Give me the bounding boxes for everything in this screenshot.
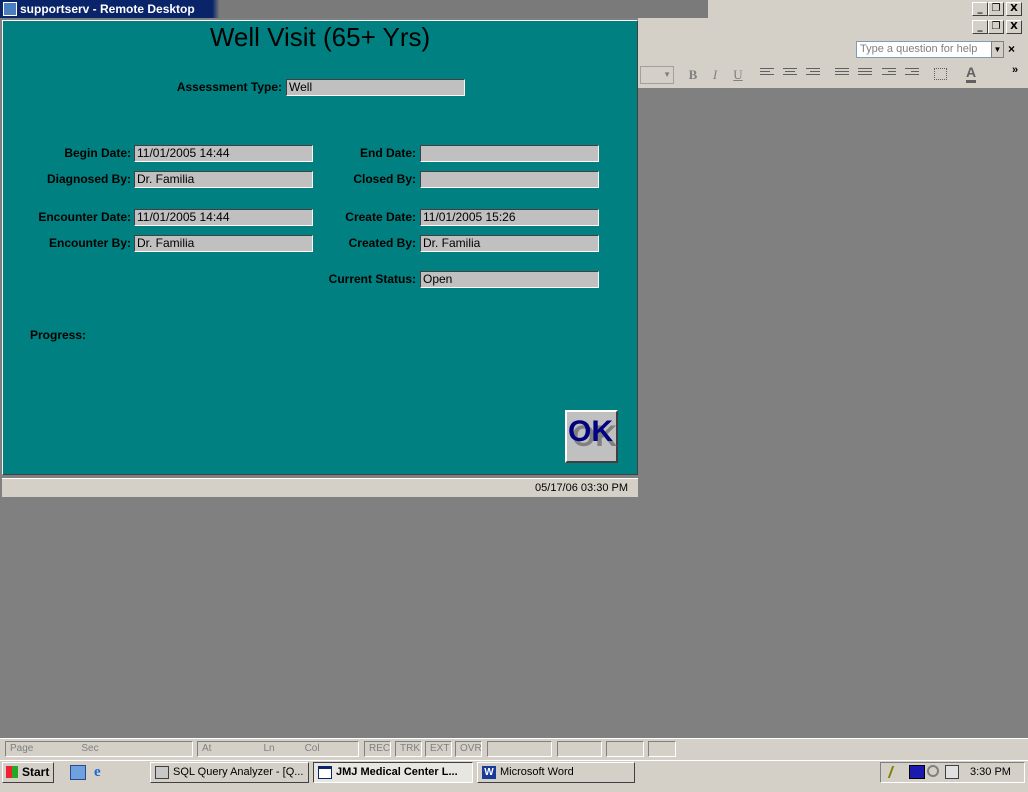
status-page-text: Page — [10, 743, 34, 754]
decrease-indent-icon[interactable] — [882, 68, 896, 80]
restore-button[interactable]: ❐ — [988, 2, 1004, 16]
status-extra-1 — [606, 741, 644, 757]
encounter-date-field[interactable]: 11/01/2005 14:44 — [134, 209, 313, 226]
borders-icon[interactable] — [934, 68, 947, 80]
task-sql-query-analyzer[interactable]: SQL Query Analyzer - [Q... — [150, 762, 309, 783]
current-status-label: Current Status: — [328, 272, 416, 286]
word-minimize-button[interactable]: _ — [972, 20, 988, 34]
italic-button[interactable]: I — [705, 66, 725, 84]
task-jmj-medical-center[interactable]: JMJ Medical Center L... — [313, 762, 473, 783]
word-close-button[interactable]: X — [1006, 20, 1022, 34]
word-menubar — [638, 18, 1028, 36]
font-color-icon[interactable]: A — [966, 64, 977, 83]
status-trk[interactable]: TRK — [395, 741, 422, 757]
end-date-label: End Date: — [359, 146, 416, 160]
create-date-label: Create Date: — [345, 210, 416, 224]
help-close-icon[interactable]: × — [1008, 42, 1015, 56]
remote-desktop-title: supportserv - Remote Desktop — [20, 2, 195, 16]
task-label: JMJ Medical Center L... — [336, 766, 458, 778]
bullet-list-icon[interactable] — [858, 68, 872, 80]
diagnosed-by-label: Diagnosed By: — [46, 172, 131, 186]
help-dropdown-button[interactable]: ▼ — [991, 41, 1004, 58]
status-at-text: At — [202, 743, 212, 754]
align-center-icon[interactable] — [783, 68, 797, 80]
volume-icon[interactable] — [945, 765, 959, 779]
numbered-list-icon[interactable] — [835, 68, 849, 80]
diagnosed-by-field[interactable]: Dr. Familia — [134, 171, 313, 188]
create-date-field[interactable]: 11/01/2005 15:26 — [420, 209, 599, 226]
begin-date-label: Begin Date: — [64, 146, 131, 160]
status-datetime: 05/17/06 03:30 PM — [535, 482, 628, 494]
increase-indent-icon[interactable] — [905, 68, 919, 80]
ok-label: OK — [568, 415, 613, 448]
status-ext[interactable]: EXT — [425, 741, 452, 757]
status-extra-2 — [648, 741, 676, 757]
window-icon — [318, 766, 332, 779]
minimize-button[interactable]: _ — [972, 2, 988, 16]
dialog-status-strip: 05/17/06 03:30 PM — [2, 478, 638, 497]
task-label: Microsoft Word — [500, 766, 574, 778]
sql-icon — [155, 766, 169, 779]
assessment-type-label: Assessment Type: — [176, 80, 282, 94]
bold-button[interactable]: B — [683, 66, 703, 84]
task-microsoft-word[interactable]: W Microsoft Word — [477, 762, 635, 783]
internet-explorer-icon[interactable]: e — [94, 765, 110, 780]
encounter-by-label: Encounter By: — [48, 236, 131, 250]
status-page: Page Sec — [5, 741, 193, 757]
status-language — [487, 741, 552, 757]
status-position: At Ln Col — [197, 741, 359, 757]
toolbar-options-icon[interactable]: » — [1012, 64, 1018, 76]
underline-button[interactable]: U — [728, 66, 748, 84]
closed-by-field[interactable] — [420, 171, 599, 188]
windows-logo-icon — [6, 766, 18, 778]
network-icon[interactable] — [927, 765, 939, 777]
status-rec[interactable]: REC — [364, 741, 391, 757]
font-size-select[interactable]: ▼ — [640, 66, 674, 84]
created-by-label: Created By: — [348, 236, 416, 250]
end-date-field[interactable] — [420, 145, 599, 162]
media-player-icon[interactable] — [909, 765, 925, 779]
ok-button[interactable]: OK OK — [565, 410, 618, 463]
created-by-field[interactable]: Dr. Familia — [420, 235, 599, 252]
closed-by-label: Closed By: — [353, 172, 416, 186]
status-ln-text: Ln — [263, 743, 275, 754]
clock[interactable]: 3:30 PM — [970, 766, 1011, 778]
status-spelling — [557, 741, 602, 757]
help-search-input[interactable]: Type a question for help — [856, 41, 996, 58]
task-label: SQL Query Analyzer - [Q... — [173, 766, 304, 778]
word-restore-button[interactable]: ❐ — [988, 20, 1004, 34]
status-col-text: Col — [304, 743, 320, 754]
encounter-date-label: Encounter Date: — [38, 210, 131, 224]
current-status-field[interactable]: Open — [420, 271, 599, 288]
encounter-by-field[interactable]: Dr. Familia — [134, 235, 313, 252]
assessment-type-field[interactable]: Well — [286, 79, 465, 96]
align-right-icon[interactable] — [806, 68, 820, 80]
align-left-icon[interactable] — [760, 68, 774, 80]
close-button[interactable]: X — [1006, 2, 1022, 16]
remote-desktop-icon — [3, 2, 17, 16]
status-ovr[interactable]: OVR — [455, 741, 482, 757]
status-sec-text: Sec — [81, 743, 99, 754]
progress-label: Progress: — [30, 328, 87, 342]
word-icon: W — [482, 766, 496, 779]
begin-date-field[interactable]: 11/01/2005 14:44 — [134, 145, 313, 162]
dialog-title: Well Visit (65+ Yrs) — [209, 22, 431, 52]
show-desktop-icon[interactable] — [70, 765, 86, 780]
